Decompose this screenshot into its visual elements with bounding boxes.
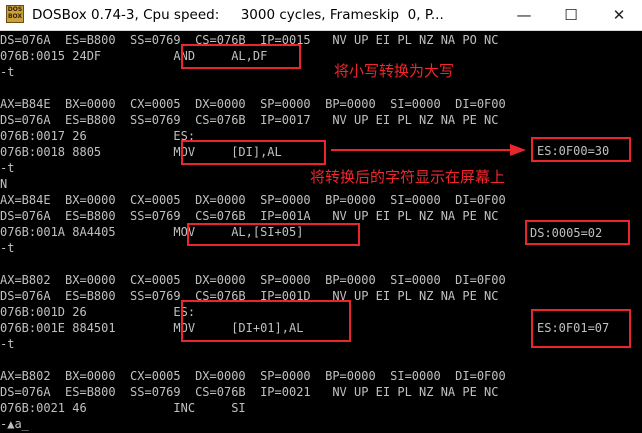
red-arrow-icon bbox=[331, 144, 526, 156]
dosbox-window: DOS BOX DOSBox 0.74-3, Cpu speed: 3000 c… bbox=[0, 0, 642, 433]
